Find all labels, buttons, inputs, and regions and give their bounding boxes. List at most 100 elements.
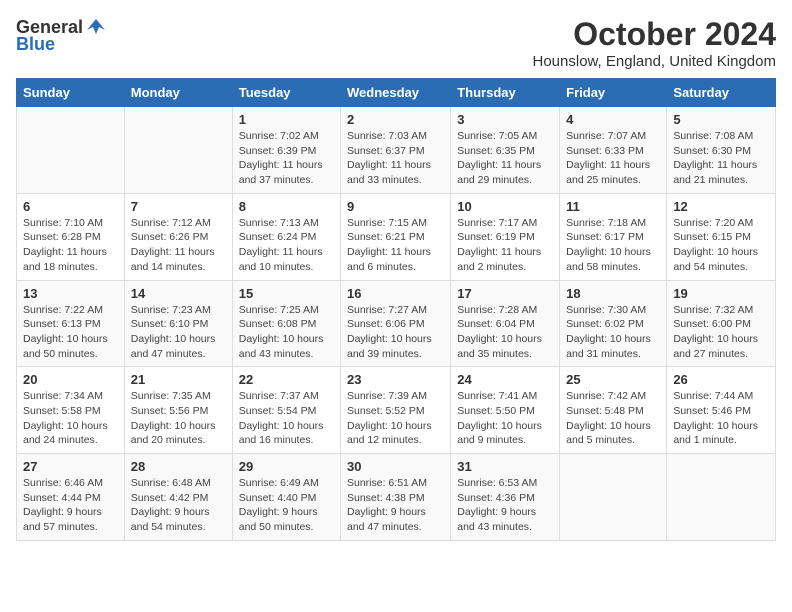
day-cell: 28Sunrise: 6:48 AM Sunset: 4:42 PM Dayli… xyxy=(124,454,232,541)
logo: General Blue xyxy=(16,16,107,55)
col-saturday: Saturday xyxy=(667,79,776,107)
day-detail: Sunrise: 7:28 AM Sunset: 6:04 PM Dayligh… xyxy=(457,303,553,362)
day-number: 15 xyxy=(239,286,334,301)
day-cell: 9 Sunrise: 7:15 AM Sunset: 6:21 PM Daylig… xyxy=(341,193,451,280)
col-friday: Friday xyxy=(560,79,667,107)
week-row-5: 27 Sunrise: 6:46 AM Sunset: 4:44 PM Dayli… xyxy=(17,454,776,541)
day-number: 27 xyxy=(23,459,118,474)
day-detail: Sunrise: 7:32 AM Sunset: 6:00 PM Dayligh… xyxy=(673,303,769,362)
day-cell: 30 Sunrise: 6:51 AM Sunset: 4:38 PM Dayli… xyxy=(341,454,451,541)
day-detail: Sunrise: 7:22 AM Sunset: 6:13 PM Dayligh… xyxy=(23,303,118,362)
day-cell: 4Sunrise: 7:07 AM Sunset: 6:33 PM Daylig… xyxy=(560,107,667,194)
day-number: 26 xyxy=(673,372,769,387)
day-detail: Sunrise: 7:23 AM Sunset: 6:10 PM Dayligh… xyxy=(131,303,226,362)
day-cell: 25Sunrise: 7:42 AM Sunset: 5:48 PM Dayli… xyxy=(560,367,667,454)
day-number: 22 xyxy=(239,372,334,387)
day-cell: 14 Sunrise: 7:23 AM Sunset: 6:10 PM Dayli… xyxy=(124,280,232,367)
day-number: 8 xyxy=(239,199,334,214)
day-cell: 15 Sunrise: 7:25 AM Sunset: 6:08 PM Dayli… xyxy=(232,280,340,367)
day-detail: Sunrise: 6:48 AM Sunset: 4:42 PM Dayligh… xyxy=(131,476,226,535)
day-detail: Sunrise: 7:02 AM Sunset: 6:39 PM Dayligh… xyxy=(239,129,334,188)
day-number: 4 xyxy=(566,112,660,127)
day-detail: Sunrise: 7:20 AM Sunset: 6:15 PM Dayligh… xyxy=(673,216,769,275)
header-row: Sunday Monday Tuesday Wednesday Thursday… xyxy=(17,79,776,107)
day-cell: 1 Sunrise: 7:02 AM Sunset: 6:39 PM Daylig… xyxy=(232,107,340,194)
day-cell: 26 Sunrise: 7:44 AM Sunset: 5:46 PM Dayli… xyxy=(667,367,776,454)
day-number: 14 xyxy=(131,286,226,301)
day-cell: 5Sunrise: 7:08 AM Sunset: 6:30 PM Daylig… xyxy=(667,107,776,194)
col-wednesday: Wednesday xyxy=(341,79,451,107)
day-detail: Sunrise: 7:27 AM Sunset: 6:06 PM Dayligh… xyxy=(347,303,444,362)
day-detail: Sunrise: 7:37 AM Sunset: 5:54 PM Dayligh… xyxy=(239,389,334,448)
day-number: 16 xyxy=(347,286,444,301)
title-area: October 2024 Hounslow, England, United K… xyxy=(533,16,777,70)
day-cell xyxy=(124,107,232,194)
day-number: 1 xyxy=(239,112,334,127)
day-number: 2 xyxy=(347,112,444,127)
week-row-2: 6Sunrise: 7:10 AM Sunset: 6:28 PM Daylig… xyxy=(17,193,776,280)
day-number: 13 xyxy=(23,286,118,301)
day-detail: Sunrise: 6:51 AM Sunset: 4:38 PM Dayligh… xyxy=(347,476,444,535)
day-detail: Sunrise: 7:17 AM Sunset: 6:19 PM Dayligh… xyxy=(457,216,553,275)
col-sunday: Sunday xyxy=(17,79,125,107)
day-detail: Sunrise: 7:39 AM Sunset: 5:52 PM Dayligh… xyxy=(347,389,444,448)
day-cell: 24Sunrise: 7:41 AM Sunset: 5:50 PM Dayli… xyxy=(451,367,560,454)
day-detail: Sunrise: 6:46 AM Sunset: 4:44 PM Dayligh… xyxy=(23,476,118,535)
calendar-table: Sunday Monday Tuesday Wednesday Thursday… xyxy=(16,78,776,541)
week-row-1: 1 Sunrise: 7:02 AM Sunset: 6:39 PM Daylig… xyxy=(17,107,776,194)
month-title: October 2024 xyxy=(533,16,777,53)
col-monday: Monday xyxy=(124,79,232,107)
day-detail: Sunrise: 6:53 AM Sunset: 4:36 PM Dayligh… xyxy=(457,476,553,535)
day-number: 10 xyxy=(457,199,553,214)
day-cell: 22 Sunrise: 7:37 AM Sunset: 5:54 PM Dayli… xyxy=(232,367,340,454)
day-detail: Sunrise: 7:34 AM Sunset: 5:58 PM Dayligh… xyxy=(23,389,118,448)
day-cell: 2 Sunrise: 7:03 AM Sunset: 6:37 PM Daylig… xyxy=(341,107,451,194)
day-cell xyxy=(17,107,125,194)
day-cell: 19 Sunrise: 7:32 AM Sunset: 6:00 PM Dayli… xyxy=(667,280,776,367)
location: Hounslow, England, United Kingdom xyxy=(533,53,777,70)
day-cell: 17 Sunrise: 7:28 AM Sunset: 6:04 PM Dayli… xyxy=(451,280,560,367)
logo-blue-text: Blue xyxy=(16,34,55,55)
day-cell: 8Sunrise: 7:13 AM Sunset: 6:24 PM Daylig… xyxy=(232,193,340,280)
week-row-4: 20 Sunrise: 7:34 AM Sunset: 5:58 PM Dayli… xyxy=(17,367,776,454)
day-detail: Sunrise: 7:10 AM Sunset: 6:28 PM Dayligh… xyxy=(23,216,118,275)
col-tuesday: Tuesday xyxy=(232,79,340,107)
logo-bird-icon xyxy=(85,16,107,38)
day-detail: Sunrise: 7:44 AM Sunset: 5:46 PM Dayligh… xyxy=(673,389,769,448)
day-detail: Sunrise: 7:35 AM Sunset: 5:56 PM Dayligh… xyxy=(131,389,226,448)
day-cell: 6Sunrise: 7:10 AM Sunset: 6:28 PM Daylig… xyxy=(17,193,125,280)
day-detail: Sunrise: 7:08 AM Sunset: 6:30 PM Dayligh… xyxy=(673,129,769,188)
day-number: 19 xyxy=(673,286,769,301)
day-cell: 13 Sunrise: 7:22 AM Sunset: 6:13 PM Dayli… xyxy=(17,280,125,367)
day-detail: Sunrise: 6:49 AM Sunset: 4:40 PM Dayligh… xyxy=(239,476,334,535)
day-cell: 16 Sunrise: 7:27 AM Sunset: 6:06 PM Dayli… xyxy=(341,280,451,367)
day-number: 3 xyxy=(457,112,553,127)
day-number: 17 xyxy=(457,286,553,301)
day-number: 11 xyxy=(566,199,660,214)
day-detail: Sunrise: 7:12 AM Sunset: 6:26 PM Dayligh… xyxy=(131,216,226,275)
day-cell: 10 Sunrise: 7:17 AM Sunset: 6:19 PM Dayli… xyxy=(451,193,560,280)
day-detail: Sunrise: 7:25 AM Sunset: 6:08 PM Dayligh… xyxy=(239,303,334,362)
day-number: 18 xyxy=(566,286,660,301)
day-cell: 3Sunrise: 7:05 AM Sunset: 6:35 PM Daylig… xyxy=(451,107,560,194)
day-cell: 31Sunrise: 6:53 AM Sunset: 4:36 PM Dayli… xyxy=(451,454,560,541)
col-thursday: Thursday xyxy=(451,79,560,107)
day-cell: 29Sunrise: 6:49 AM Sunset: 4:40 PM Dayli… xyxy=(232,454,340,541)
day-detail: Sunrise: 7:41 AM Sunset: 5:50 PM Dayligh… xyxy=(457,389,553,448)
day-number: 12 xyxy=(673,199,769,214)
day-cell xyxy=(667,454,776,541)
day-number: 9 xyxy=(347,199,444,214)
day-number: 30 xyxy=(347,459,444,474)
day-cell: 21Sunrise: 7:35 AM Sunset: 5:56 PM Dayli… xyxy=(124,367,232,454)
day-number: 20 xyxy=(23,372,118,387)
day-cell: 12 Sunrise: 7:20 AM Sunset: 6:15 PM Dayli… xyxy=(667,193,776,280)
day-detail: Sunrise: 7:15 AM Sunset: 6:21 PM Dayligh… xyxy=(347,216,444,275)
day-detail: Sunrise: 7:03 AM Sunset: 6:37 PM Dayligh… xyxy=(347,129,444,188)
day-detail: Sunrise: 7:18 AM Sunset: 6:17 PM Dayligh… xyxy=(566,216,660,275)
day-cell xyxy=(560,454,667,541)
day-number: 7 xyxy=(131,199,226,214)
day-cell: 11 Sunrise: 7:18 AM Sunset: 6:17 PM Dayli… xyxy=(560,193,667,280)
header: General Blue October 2024 Hounslow, Engl… xyxy=(16,16,776,70)
day-detail: Sunrise: 7:30 AM Sunset: 6:02 PM Dayligh… xyxy=(566,303,660,362)
day-cell: 27 Sunrise: 6:46 AM Sunset: 4:44 PM Dayli… xyxy=(17,454,125,541)
